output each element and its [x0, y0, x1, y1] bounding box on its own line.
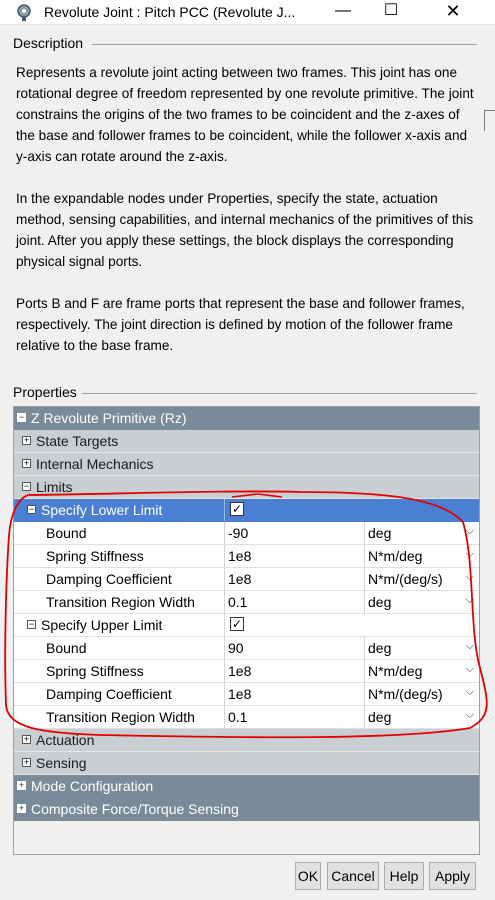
background-window-edge	[484, 110, 495, 131]
tree-node-limits[interactable]: − Limits	[14, 476, 479, 499]
cancel-button[interactable]: Cancel	[327, 862, 379, 890]
help-button[interactable]: Help	[384, 862, 424, 890]
node-label: Limits	[36, 479, 73, 495]
param-row-lower-spring-stiffness: Spring Stiffness 1e8 N*m/deg ⌵	[14, 545, 479, 568]
upper-limit-checkbox-cell: ✓	[224, 614, 479, 636]
description-frame-line	[92, 44, 477, 45]
upper-limit-checkbox[interactable]: ✓	[230, 617, 244, 631]
properties-legend: Properties	[13, 384, 80, 400]
param-row-upper-damping-coefficient: Damping Coefficient 1e8 N*m/(deg/s) ⌵	[14, 683, 479, 706]
window-title: Revolute Joint : Pitch PCC (Revolute J..…	[44, 4, 296, 20]
expand-icon[interactable]: +	[17, 804, 26, 813]
maximize-button[interactable]: ☐	[368, 0, 414, 24]
param-label: Bound	[46, 640, 87, 656]
unit-dropdown[interactable]: N*m/deg ⌵	[364, 545, 479, 567]
chevron-down-icon: ⌵	[465, 525, 474, 537]
description-text: Represents a revolute joint acting betwe…	[16, 62, 476, 377]
ok-button[interactable]: OK	[295, 862, 321, 890]
expand-icon[interactable]: +	[22, 758, 31, 767]
param-value-field[interactable]: 1e8	[224, 568, 364, 590]
collapse-icon[interactable]: −	[22, 482, 31, 491]
collapse-icon[interactable]: −	[17, 413, 26, 422]
unit-dropdown[interactable]: deg ⌵	[364, 637, 479, 659]
node-label: Internal Mechanics	[36, 456, 154, 472]
chevron-down-icon: ⌵	[465, 686, 474, 698]
unit-dropdown[interactable]: N*m/(deg/s) ⌵	[364, 683, 479, 705]
node-label: Sensing	[36, 755, 87, 771]
description-legend: Description	[13, 35, 87, 51]
tree-node-sensing[interactable]: + Sensing	[14, 752, 479, 775]
param-label: Spring Stiffness	[46, 548, 144, 564]
unit-dropdown[interactable]: deg ⌵	[364, 706, 479, 728]
unit-dropdown[interactable]: N*m/(deg/s) ⌵	[364, 568, 479, 590]
collapse-icon[interactable]: −	[27, 620, 36, 629]
param-value-field[interactable]: -90	[224, 522, 364, 544]
param-row-upper-transition-region-width: Transition Region Width 0.1 deg ⌵	[14, 706, 479, 729]
expand-icon[interactable]: +	[22, 436, 31, 445]
tree-node-specify-lower-limit[interactable]: − Specify Lower Limit ✓	[14, 499, 479, 522]
param-row-upper-spring-stiffness: Spring Stiffness 1e8 N*m/deg ⌵	[14, 660, 479, 683]
param-row-lower-transition-region-width: Transition Region Width 0.1 deg ⌵	[14, 591, 479, 614]
properties-frame-line	[82, 393, 477, 394]
unit-dropdown[interactable]: deg ⌵	[364, 591, 479, 613]
tree-node-actuation[interactable]: + Actuation	[14, 729, 479, 752]
lower-limit-checkbox-cell: ✓	[224, 499, 479, 521]
expand-icon[interactable]: +	[22, 459, 31, 468]
node-label: Specify Lower Limit	[41, 502, 163, 518]
tree-node-z-revolute-primitive[interactable]: − Z Revolute Primitive (Rz)	[14, 407, 479, 430]
description-paragraph: Ports B and F are frame ports that repre…	[16, 296, 465, 353]
node-label: Specify Upper Limit	[41, 617, 163, 633]
expand-icon[interactable]: +	[17, 781, 26, 790]
lower-limit-checkbox[interactable]: ✓	[230, 502, 244, 516]
joint-block-icon	[17, 4, 31, 21]
tree-node-state-targets[interactable]: + State Targets	[14, 430, 479, 453]
minimize-button[interactable]: —	[320, 0, 366, 24]
chevron-down-icon: ⌵	[465, 594, 474, 606]
param-value-field[interactable]: 0.1	[224, 706, 364, 728]
param-label: Bound	[46, 525, 87, 541]
apply-button[interactable]: Apply	[429, 862, 476, 890]
node-label: Mode Configuration	[31, 778, 154, 794]
property-tree: − Z Revolute Primitive (Rz) + State Targ…	[13, 406, 480, 855]
param-value-field[interactable]: 1e8	[224, 545, 364, 567]
expand-icon[interactable]: +	[22, 735, 31, 744]
tree-node-composite-sensing[interactable]: + Composite Force/Torque Sensing	[14, 798, 479, 821]
chevron-down-icon: ⌵	[465, 640, 474, 652]
node-label: State Targets	[36, 433, 119, 449]
param-value-field[interactable]: 1e8	[224, 683, 364, 705]
unit-dropdown[interactable]: deg ⌵	[364, 522, 479, 544]
description-paragraph: In the expandable nodes under Properties…	[16, 191, 474, 269]
node-label: Actuation	[36, 732, 95, 748]
param-label: Spring Stiffness	[46, 663, 144, 679]
param-value-field[interactable]: 0.1	[224, 591, 364, 613]
param-row-upper-bound: Bound 90 deg ⌵	[14, 637, 479, 660]
chevron-down-icon: ⌵	[465, 709, 474, 721]
node-label: Z Revolute Primitive (Rz)	[31, 410, 187, 426]
description-paragraph: Represents a revolute joint acting betwe…	[16, 65, 474, 164]
tree-node-internal-mechanics[interactable]: + Internal Mechanics	[14, 453, 479, 476]
tree-node-specify-upper-limit[interactable]: − Specify Upper Limit ✓	[14, 614, 479, 637]
chevron-down-icon: ⌵	[465, 548, 474, 560]
param-label: Damping Coefficient	[46, 571, 172, 587]
param-row-lower-damping-coefficient: Damping Coefficient 1e8 N*m/(deg/s) ⌵	[14, 568, 479, 591]
collapse-icon[interactable]: −	[27, 505, 36, 514]
param-label: Transition Region Width	[46, 709, 195, 725]
param-value-field[interactable]: 1e8	[224, 660, 364, 682]
param-value-field[interactable]: 90	[224, 637, 364, 659]
param-label: Damping Coefficient	[46, 686, 172, 702]
param-row-lower-bound: Bound -90 deg ⌵	[14, 522, 479, 545]
title-bar: Revolute Joint : Pitch PCC (Revolute J..…	[0, 0, 495, 25]
chevron-down-icon: ⌵	[465, 571, 474, 583]
param-label: Transition Region Width	[46, 594, 195, 610]
unit-dropdown[interactable]: N*m/deg ⌵	[364, 660, 479, 682]
node-label: Composite Force/Torque Sensing	[31, 801, 239, 817]
chevron-down-icon: ⌵	[465, 663, 474, 675]
tree-node-mode-configuration[interactable]: + Mode Configuration	[14, 775, 479, 798]
close-button[interactable]: ✕	[430, 0, 476, 24]
